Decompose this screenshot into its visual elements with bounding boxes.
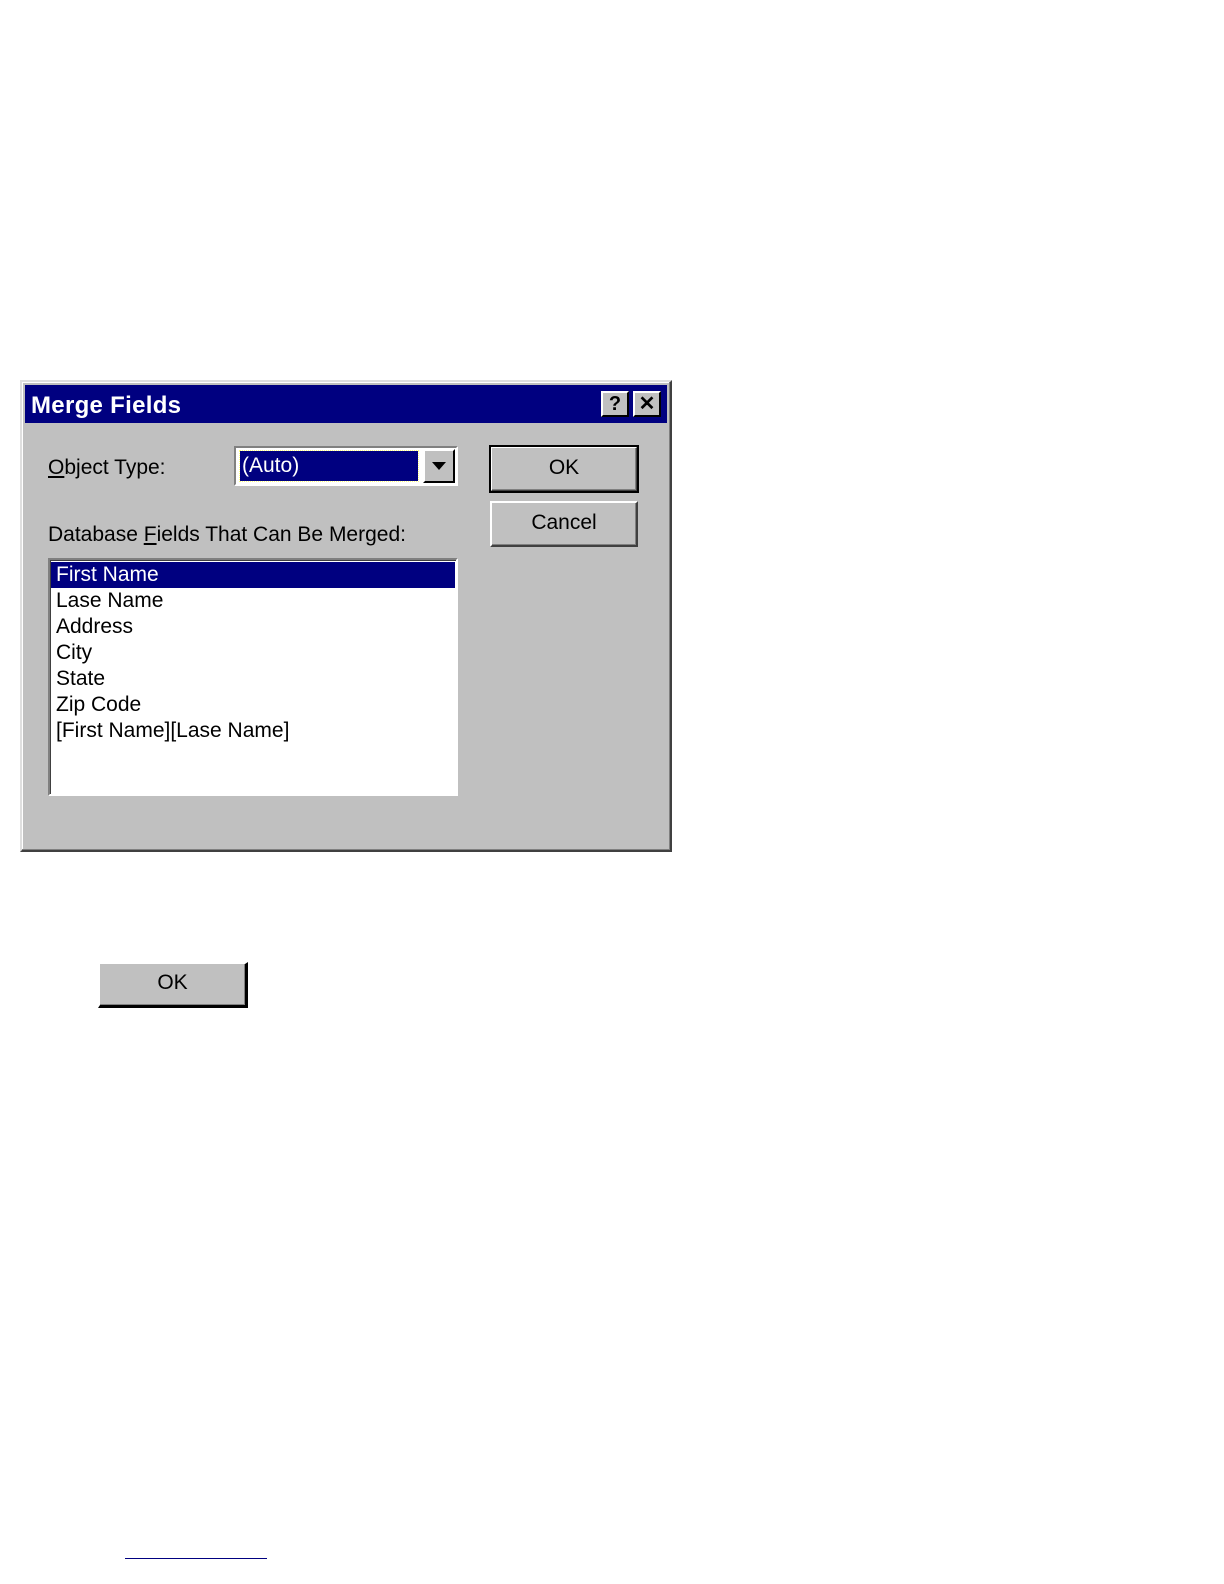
dialog-title: Merge Fields <box>31 392 182 419</box>
object-type-label: Object Type: <box>48 456 166 479</box>
database-fields-label: Database Fields That Can Be Merged: <box>48 523 406 546</box>
list-item-state[interactable]: State <box>51 666 455 692</box>
help-icon[interactable]: ? <box>601 391 629 417</box>
close-icon[interactable]: ✕ <box>633 391 661 417</box>
standalone-ok-button[interactable]: OK <box>98 962 248 1008</box>
chevron-down-icon <box>432 462 446 470</box>
merge-fields-dialog: Merge Fields ? ✕ Object Type: (Auto) OK … <box>20 380 672 852</box>
database-fields-listbox[interactable]: First Name Lase Name Address City State … <box>48 558 458 796</box>
dropdown-arrow-button[interactable] <box>423 449 455 483</box>
list-item-full-name[interactable]: [First Name][Lase Name] <box>51 718 455 744</box>
list-item-address[interactable]: Address <box>51 614 455 640</box>
object-type-value: (Auto) <box>239 450 419 482</box>
list-item-lase-name[interactable]: Lase Name <box>51 588 455 614</box>
list-item-city[interactable]: City <box>51 640 455 666</box>
ok-button[interactable]: OK <box>489 445 639 493</box>
object-type-dropdown[interactable]: (Auto) <box>234 446 458 486</box>
list-item-zip-code[interactable]: Zip Code <box>51 692 455 718</box>
cancel-button[interactable]: Cancel <box>490 501 638 547</box>
footer-rule <box>125 1558 267 1559</box>
list-item-first-name[interactable]: First Name <box>51 562 455 588</box>
dialog-titlebar[interactable]: Merge Fields ? ✕ <box>25 385 667 423</box>
